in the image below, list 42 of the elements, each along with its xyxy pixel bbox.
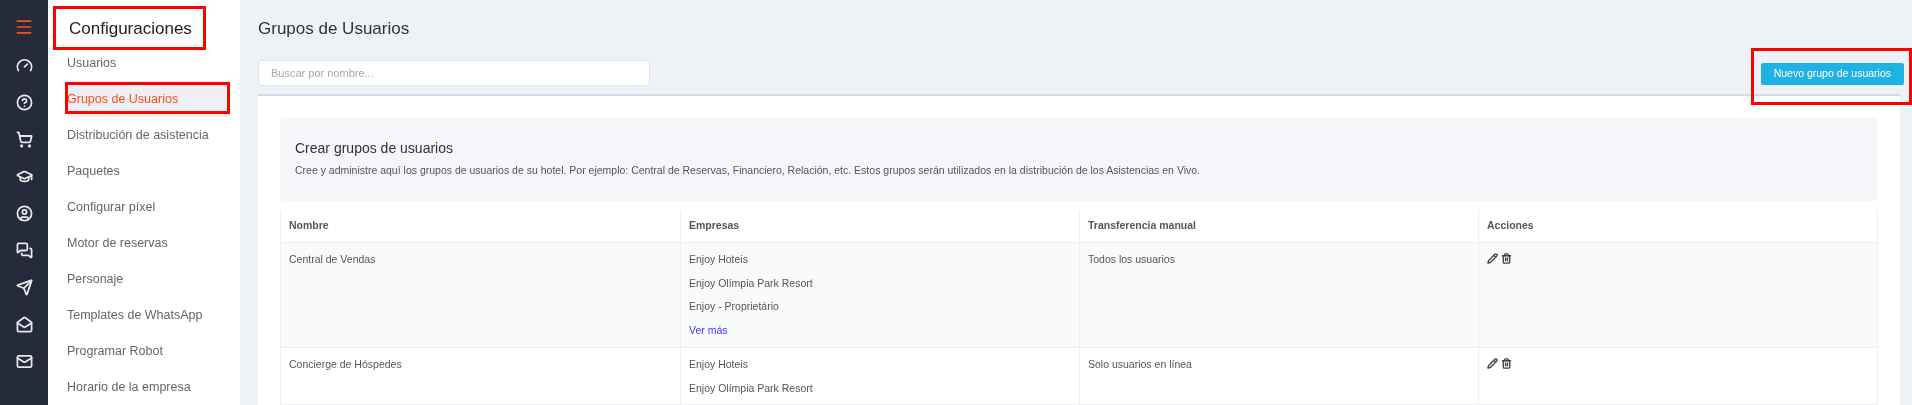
table-cell-text: Enjoy Hoteis [689, 356, 749, 372]
table-cell-text: Central de Vendas [289, 251, 377, 267]
info-title: Crear grupos de usuarios [295, 139, 454, 158]
chat-icon[interactable] [15, 242, 33, 259]
sidebar-item[interactable]: Programar Robot [67, 333, 230, 369]
sidebar-item[interactable]: Usuarios [67, 45, 230, 81]
table-cell-text: Todos los usuarios [1088, 251, 1176, 267]
table-cell-text: Enjoy Hoteis [689, 251, 749, 267]
search-field[interactable]: Buscar por nombre... [258, 60, 650, 86]
table-cell-text: Concierge de Hóspedes [289, 356, 403, 372]
cart-icon[interactable] [15, 131, 33, 148]
info-description: Cree y administre aquí los grupos de usuarios de su hotel. Por ejemplo: Central de Reservas, Financiero, Relación, etc. Estos grupos serán utilizados en la distribución de los Asistencias en Vivo. [295, 163, 1202, 178]
table-cell-text: Enjoy Olímpia Park Resort [689, 275, 814, 291]
table-cell-text: Enjoy Olímpia Park Resort [689, 380, 814, 396]
open-envelope-icon[interactable] [15, 316, 33, 333]
sidebar-title: Configuraciones [69, 19, 192, 39]
graduation-cap-icon[interactable] [15, 168, 33, 185]
sidebar-item[interactable]: Templates de WhatsApp [67, 297, 230, 333]
page-title: Grupos de Usuarios [258, 18, 411, 40]
send-icon[interactable] [15, 279, 33, 296]
table-cell-text: Solo usuarios en línea [1088, 356, 1193, 372]
column-header: Empresas [680, 209, 1079, 242]
edit-icon[interactable] [1487, 357, 1498, 369]
help-icon[interactable] [15, 94, 33, 111]
gauge-icon[interactable] [15, 57, 33, 74]
column-header: Acciones [1478, 209, 1877, 242]
sidebar-item[interactable]: Horario de la empresa [67, 369, 230, 405]
edit-icon[interactable] [1487, 252, 1498, 264]
mail-icon[interactable] [15, 353, 33, 370]
column-header: Nombre [288, 217, 330, 233]
see-more-link[interactable]: Ver más [689, 323, 728, 339]
sidebar-item[interactable]: Motor de reservas [67, 225, 230, 261]
table-cell-text: Enjoy - Proprietário [689, 299, 780, 315]
sidebar-item[interactable]: Distribución de asistencia [67, 117, 230, 153]
sidebar-item[interactable]: Paquetes [67, 153, 230, 189]
trash-icon[interactable] [1501, 252, 1512, 264]
sidebar-item[interactable]: Configurar píxel [67, 189, 230, 225]
sidebar-item[interactable]: Personaje [67, 261, 230, 297]
user-icon[interactable] [15, 205, 33, 222]
column-header: Transferencia manual [1079, 209, 1478, 242]
trash-icon[interactable] [1501, 357, 1512, 369]
menu-icon[interactable] [14, 17, 34, 37]
